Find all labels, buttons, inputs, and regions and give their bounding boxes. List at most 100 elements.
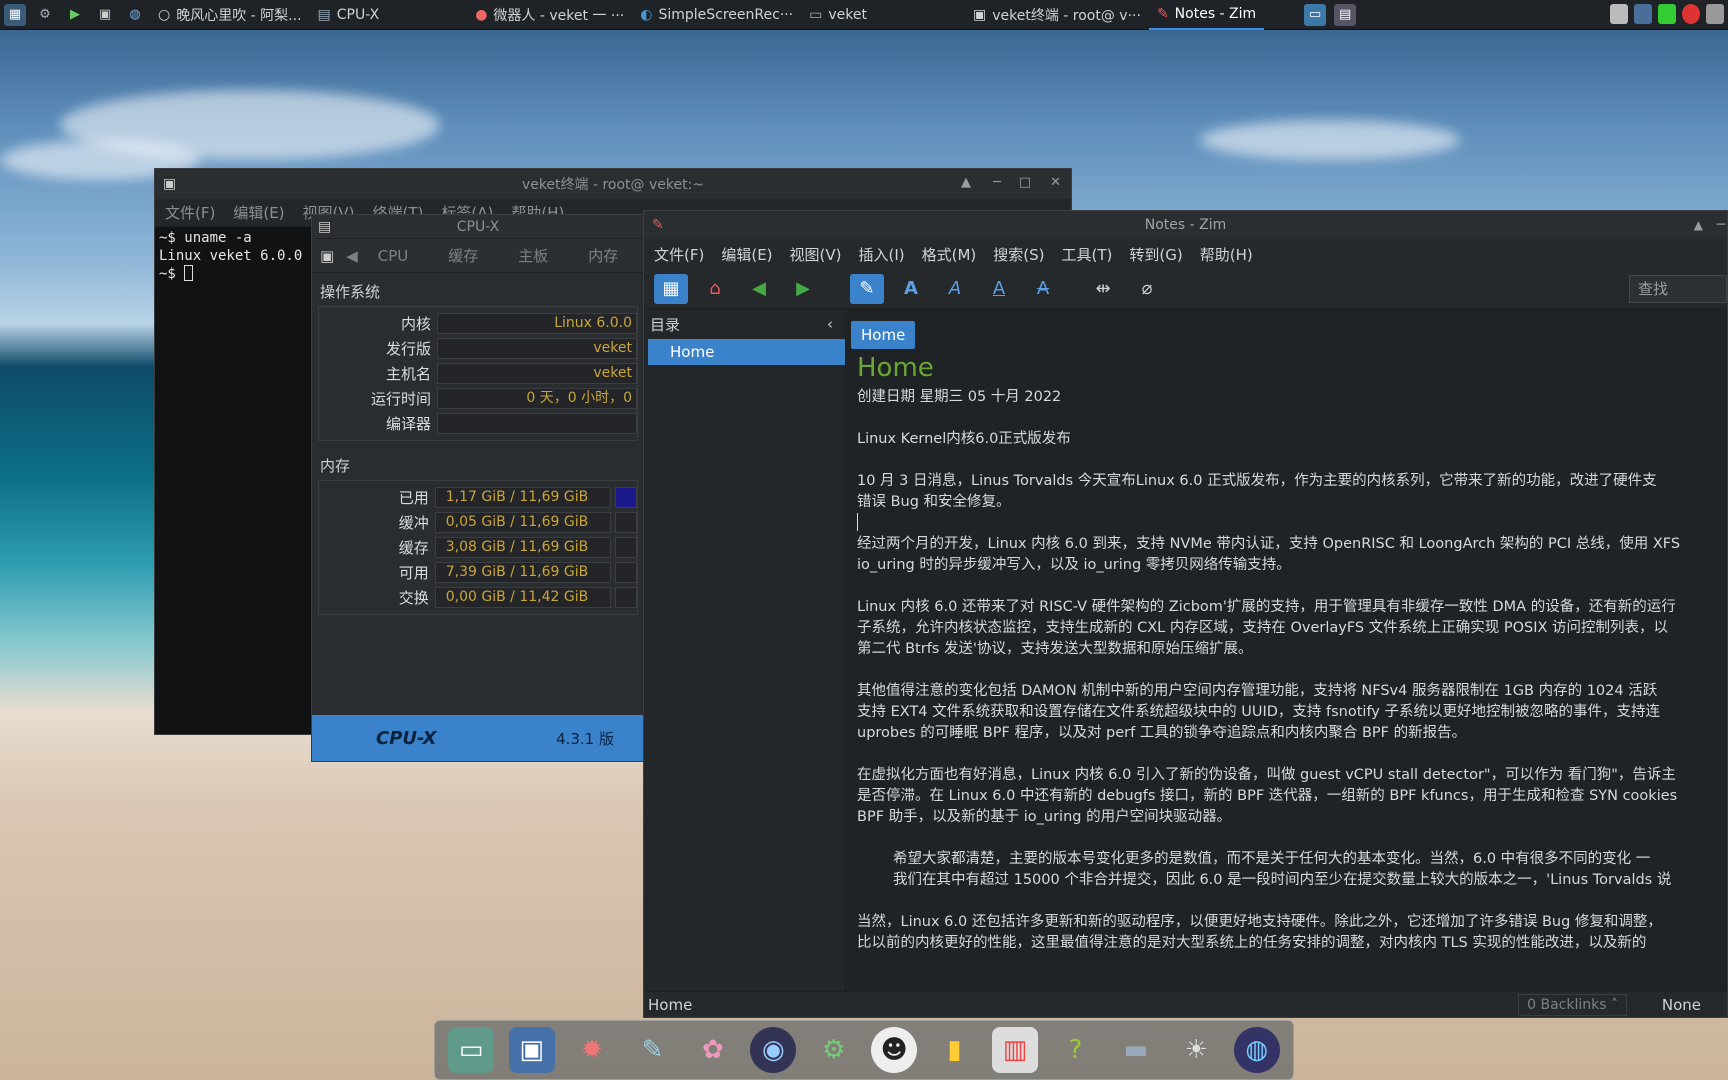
minimize-icon[interactable]: ─ bbox=[993, 175, 1001, 190]
terminal-output[interactable]: ~$ uname -a Linux veket 6.0.0 ~$ bbox=[155, 227, 315, 734]
backlinks-button[interactable]: 0 Backlinks ˄ bbox=[1518, 994, 1627, 1016]
globe-icon[interactable]: ◍ bbox=[124, 4, 146, 26]
notebook-app-icon[interactable]: ▮ bbox=[932, 1027, 978, 1073]
settings-icon[interactable]: ⚙ bbox=[34, 4, 56, 26]
folder-icon: ▭ bbox=[809, 6, 823, 23]
circle-icon: ○ bbox=[158, 6, 171, 23]
maximize-icon[interactable]: □ bbox=[1019, 175, 1031, 190]
link-icon[interactable]: ⇹ bbox=[1086, 274, 1120, 304]
cpux-menu-icon[interactable]: ▣ bbox=[320, 247, 334, 265]
shade-icon[interactable]: ▲ bbox=[1694, 218, 1703, 232]
network-icon[interactable] bbox=[1634, 4, 1652, 24]
file-manager-icon[interactable]: ▭ bbox=[448, 1027, 495, 1073]
paragraph: 当然，Linux 6.0 还包括许多更新和新的驱动程序，以便更好地支持硬件。除此… bbox=[857, 914, 1662, 951]
zim-titlebar[interactable]: ✎ Notes - Zim ▲ ─ bbox=[644, 211, 1727, 239]
play-icon[interactable]: ▶ bbox=[64, 4, 86, 26]
tab-memory[interactable]: 内存 bbox=[568, 245, 638, 266]
terminal-launcher-icon[interactable]: ▣ bbox=[94, 4, 116, 26]
cpux-version: 4.3.1 版 bbox=[556, 729, 614, 748]
cpux-footer: CPU-X 4.3.1 版 bbox=[312, 715, 644, 761]
minimize-icon[interactable]: ─ bbox=[1717, 217, 1725, 233]
home-icon[interactable]: ⌂ bbox=[698, 274, 732, 304]
workspace-icon[interactable]: ▤ bbox=[1334, 3, 1357, 26]
page-content[interactable]: Home 创建日期 星期三 05 十月 2022 Linux Kernel内核6… bbox=[857, 351, 1727, 975]
audio-icon[interactable]: ◉ bbox=[750, 1027, 797, 1073]
app-menu-icon[interactable]: ▦ bbox=[4, 3, 26, 26]
menu-file[interactable]: 文件(F) bbox=[654, 244, 704, 265]
charts-icon[interactable]: ▥ bbox=[992, 1027, 1038, 1073]
task-firefox[interactable]: ● 微器人 - veket 一 ··· bbox=[467, 0, 632, 30]
paint-icon[interactable]: ✿ bbox=[690, 1027, 736, 1073]
sun-settings-icon[interactable]: ☀ bbox=[1173, 1027, 1219, 1073]
search-input[interactable]: 查找 bbox=[1629, 275, 1727, 303]
menu-edit[interactable]: 编辑(E) bbox=[721, 244, 772, 265]
index-title: 目录 bbox=[650, 315, 681, 334]
text-editor-icon[interactable]: ✎ bbox=[629, 1027, 675, 1073]
chevron-left-icon[interactable]: ◀ bbox=[346, 247, 358, 265]
cpux-tabbar: ▣ ◀ CPU 缓存 主板 内存 bbox=[312, 239, 644, 273]
cpux-window: ▤ CPU-X ▣ ◀ CPU 缓存 主板 内存 操作系统 内核 Linux 6.… bbox=[311, 214, 645, 762]
monitor-icon[interactable]: ▭ bbox=[1304, 3, 1327, 26]
zim-window: ✎ Notes - Zim ▲ ─ 文件(F) 编辑(E) 视图(V) 插入(I… bbox=[643, 210, 1728, 1018]
globe-browser-icon[interactable]: ◍ bbox=[1233, 1027, 1280, 1073]
menu-format[interactable]: 格式(M) bbox=[922, 244, 977, 265]
task-recorder[interactable]: ◐ SimpleScreenRec··· bbox=[632, 0, 801, 30]
back-arrow-icon[interactable]: ◀ bbox=[742, 274, 776, 304]
help-icon[interactable]: ? bbox=[1052, 1027, 1098, 1073]
network-tools-icon[interactable]: ⚙ bbox=[811, 1027, 857, 1073]
chevron-left-icon[interactable]: ‹ bbox=[827, 315, 833, 333]
menu-goto[interactable]: 转到(G) bbox=[1129, 244, 1182, 265]
forward-arrow-icon[interactable]: ▶ bbox=[786, 274, 820, 304]
tab-cache[interactable]: 缓存 bbox=[428, 245, 498, 266]
clipboard-icon[interactable] bbox=[1610, 4, 1628, 24]
status-style: None bbox=[1661, 996, 1701, 1014]
menu-file[interactable]: 文件(F) bbox=[165, 202, 215, 223]
task-terminal[interactable]: ▣ veket终端 - root@ v··· bbox=[965, 0, 1149, 30]
shade-icon[interactable]: ▲ bbox=[961, 175, 971, 190]
task-zim[interactable]: ✎ Notes - Zim bbox=[1148, 0, 1265, 30]
notebook-icon[interactable]: ▦ bbox=[654, 273, 688, 304]
memory-panel: 已用 1,17 GiB / 11,69 GiB 缓冲 0,05 GiB / 11,6… bbox=[318, 480, 638, 615]
tab-motherboard[interactable]: 主板 bbox=[498, 245, 568, 266]
record-icon[interactable] bbox=[1682, 4, 1700, 24]
battery-icon[interactable] bbox=[1658, 4, 1676, 24]
status-page: Home bbox=[648, 995, 693, 1014]
task-cpux[interactable]: ▤ CPU-X bbox=[310, 0, 388, 30]
tab-cpu[interactable]: CPU bbox=[358, 247, 429, 265]
task-folder[interactable]: ▭ veket bbox=[801, 0, 875, 30]
terminal-titlebar[interactable]: ▣ veket终端 - root@ veket:~ ▲ ─ □ ✕ bbox=[155, 169, 1071, 199]
page-editor[interactable]: Home Home 创建日期 星期三 05 十月 2022 Linux Kern… bbox=[847, 309, 1727, 991]
hedgehog-icon[interactable]: ✹ bbox=[569, 1027, 615, 1073]
created-date: 创建日期 星期三 05 十月 2022 bbox=[857, 389, 1062, 405]
keyboard-icon[interactable] bbox=[1706, 4, 1724, 24]
index-sidebar: 目录 ‹ Home bbox=[644, 309, 846, 991]
task-music[interactable]: ○ 晚风心里吹 - 阿梨... bbox=[150, 0, 310, 30]
terminal-icon: ▣ bbox=[972, 6, 987, 23]
terminal-line: ~$ uname -a bbox=[159, 230, 252, 246]
os-row-kernel: 内核 Linux 6.0.0 bbox=[319, 311, 637, 336]
menu-insert[interactable]: 插入(I) bbox=[859, 244, 905, 265]
index-item-home[interactable]: Home bbox=[648, 339, 845, 365]
italic-icon[interactable]: A bbox=[938, 274, 972, 304]
menu-search[interactable]: 搜索(S) bbox=[993, 244, 1044, 265]
underline-icon[interactable]: A bbox=[982, 274, 1016, 304]
menu-view[interactable]: 视图(V) bbox=[790, 244, 842, 265]
menu-help[interactable]: 帮助(H) bbox=[1200, 244, 1253, 265]
close-icon[interactable]: ✕ bbox=[1050, 175, 1061, 190]
penguin-icon[interactable]: ☻ bbox=[871, 1027, 918, 1073]
attach-icon[interactable]: ⌀ bbox=[1130, 274, 1164, 304]
text-cursor bbox=[857, 513, 1727, 534]
firefox-icon: ● bbox=[475, 6, 488, 23]
menu-tools[interactable]: 工具(T) bbox=[1062, 244, 1113, 265]
drive-icon[interactable]: ▬ bbox=[1113, 1027, 1159, 1073]
mem-row-swap: 交换 0,00 GiB / 11,42 GiB bbox=[319, 585, 637, 610]
os-row-uptime: 运行时间 0 天，0 小时，0 bbox=[319, 386, 637, 411]
breadcrumb-home[interactable]: Home bbox=[851, 321, 916, 349]
cpux-titlebar[interactable]: ▤ CPU-X bbox=[312, 215, 644, 239]
edit-icon[interactable]: ✎ bbox=[850, 273, 884, 304]
bold-icon[interactable]: A bbox=[894, 274, 928, 304]
display-icon[interactable]: ▣ bbox=[508, 1027, 555, 1073]
page-title: Home bbox=[857, 353, 934, 383]
menu-edit[interactable]: 编辑(E) bbox=[233, 202, 284, 223]
strikethrough-icon[interactable]: A bbox=[1026, 274, 1060, 304]
